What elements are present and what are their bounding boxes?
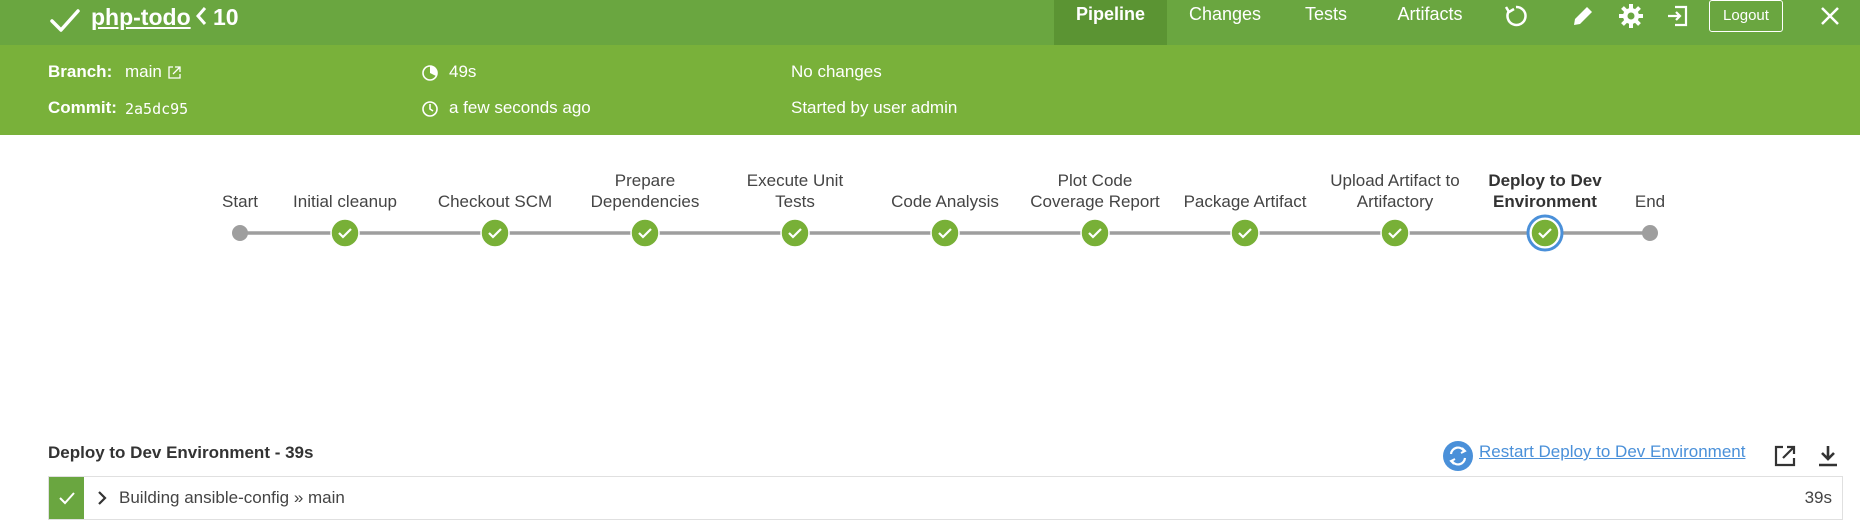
branch-value[interactable]: main [125,62,162,82]
stage-node-plot-code-coverage-report[interactable] [1080,218,1110,248]
check-icon [59,492,75,505]
tab-tests[interactable]: Tests [1296,0,1356,45]
replay-icon[interactable] [1503,3,1529,29]
chevron-right-icon[interactable] [95,489,109,507]
pipeline-title-link[interactable]: php-todo [91,2,191,32]
top-bar: php-todo 10 Pipeline Changes Tests Artif… [0,0,1860,45]
started-time: a few seconds ago [449,98,591,117]
changes-text: No changes [791,62,882,81]
stage-node-initial-cleanup[interactable] [330,218,360,248]
branch-label: Branch: [48,62,113,81]
exit-classic-icon[interactable] [1665,3,1691,29]
download-log-icon[interactable] [1815,443,1841,469]
step-row[interactable]: Building ansible-config » main 39s [48,476,1843,520]
chevron-left-icon [196,7,207,25]
stage-node-deploy-to-dev-environment[interactable] [1526,214,1564,252]
stage-node-start [232,225,248,241]
commit-label: Commit: [48,98,117,117]
settings-icon[interactable] [1618,3,1644,29]
commit-value: 2a5dc95 [125,100,189,118]
duration-value: 49s [449,62,477,81]
stage-node-end [1642,225,1658,241]
edit-icon[interactable] [1570,3,1596,29]
logout-button[interactable]: Logout [1709,0,1783,32]
clock-icon [422,101,438,117]
tab-artifacts[interactable]: Artifacts [1385,0,1475,45]
close-icon[interactable] [1817,3,1843,29]
success-check-icon [50,9,80,32]
run-number: 10 [213,4,239,30]
open-log-icon[interactable] [1772,443,1798,469]
restart-stage-icon[interactable] [1442,440,1474,472]
stage-node-prepare-dependencies[interactable] [630,218,660,248]
stage-node-package-artifact[interactable] [1230,218,1260,248]
step-success-indicator [49,477,84,519]
step-duration: 39s [1804,488,1832,507]
started-by-text: Started by user admin [791,98,958,117]
external-link-icon[interactable] [167,65,182,80]
stage-node-checkout-scm[interactable] [480,218,510,248]
run-summary: Branch: main Commit: 2a5dc95 49s a few s… [0,45,1860,135]
restart-stage-link[interactable]: Restart Deploy to Dev Environment [1479,442,1745,462]
stage-node-code-analysis[interactable] [930,218,960,248]
step-panel-title: Deploy to Dev Environment - 39s [48,443,314,462]
step-text: Building ansible-config » main [119,488,345,507]
tab-pipeline[interactable]: Pipeline [1054,0,1167,45]
stage-node-execute-unit-tests[interactable] [780,218,810,248]
duration-icon [422,65,438,81]
pipeline-graph-svg [232,214,1658,252]
stage-node-upload-artifact-to-artifactory[interactable] [1380,218,1410,248]
tab-changes[interactable]: Changes [1180,0,1270,45]
pipeline-graph: Start Initial cleanup Checkout SCM Prepare D… [0,135,1860,285]
